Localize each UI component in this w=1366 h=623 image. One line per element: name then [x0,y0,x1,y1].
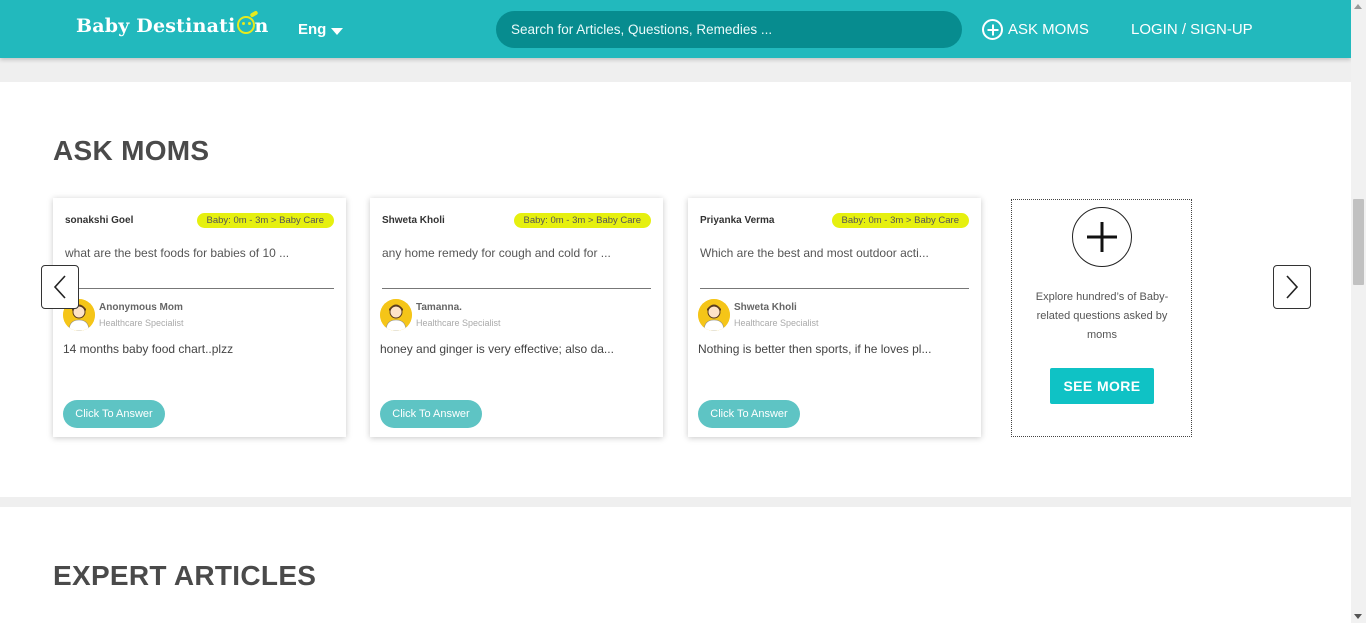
question-text[interactable]: Which are the best and most outdoor acti… [700,246,968,260]
logo-face-icon [236,16,255,34]
answerer-name: Anonymous Mom [99,302,183,313]
question-text[interactable]: what are the best foods for babies of 10… [65,246,333,260]
language-label: Eng [298,21,327,38]
search-input[interactable] [496,11,962,48]
click-to-answer-button[interactable]: Click To Answer [698,400,800,428]
divider [700,288,969,289]
answerer-role: Healthcare Specialist [416,318,501,328]
top-nav-bar: Baby Destinatin Eng ASK MOMS LOGIN / SIG… [0,0,1351,58]
divider [382,288,651,289]
brand-logo[interactable]: Baby Destinati n [76,15,269,37]
ask-moms-section: ASK MOMS sonakshi Goel Baby: 0m - 3m > B… [0,82,1351,497]
divider [65,288,334,289]
question-card[interactable]: Shweta Kholi Baby: 0m - 3m > Baby Care a… [370,198,663,437]
click-to-answer-button[interactable]: Click To Answer [63,400,165,428]
answerer-name: Tamanna. [416,302,462,313]
carousel-next-button[interactable] [1273,265,1311,309]
scroll-up-arrow-icon[interactable] [1354,4,1362,9]
ask-moms-nav-button[interactable]: ASK MOMS [982,19,1089,40]
login-signup-link[interactable]: LOGIN / SIGN-UP [1131,21,1253,38]
plus-circle-icon [982,19,1003,40]
answer-text: 14 months baby food chart..plzz [63,342,234,356]
ask-moms-title: ASK MOMS [53,135,210,166]
scroll-down-arrow-icon[interactable] [1354,614,1362,619]
question-author: sonakshi Goel [65,215,134,226]
carousel-prev-button[interactable] [41,265,79,309]
caret-down-icon [331,27,344,35]
page-scrollbar[interactable] [1351,0,1366,623]
expert-articles-title: EXPERT ARTICLES [53,560,317,591]
answer-text: honey and ginger is very effective; also… [380,342,614,356]
question-author: Priyanka Verma [700,215,775,226]
see-more-card: Explore hundred’s of Baby-related questi… [1011,199,1192,437]
scrollbar-thumb[interactable] [1353,199,1364,285]
question-card[interactable]: sonakshi Goel Baby: 0m - 3m > Baby Care … [53,198,346,437]
answerer-name: Shweta Kholi [734,302,797,313]
see-more-button[interactable]: SEE MORE [1050,368,1154,404]
category-badge[interactable]: Baby: 0m - 3m > Baby Care [513,213,651,228]
question-text[interactable]: any home remedy for cough and cold for .… [382,246,650,260]
question-card[interactable]: Priyanka Verma Baby: 0m - 3m > Baby Care… [688,198,981,437]
doctor-avatar-icon [698,299,730,331]
category-badge[interactable]: Baby: 0m - 3m > Baby Care [196,213,334,228]
chevron-left-icon [53,275,66,299]
answerer-role: Healthcare Specialist [99,318,184,328]
avatar [698,299,730,331]
avatar [380,299,412,331]
chevron-right-icon [1286,275,1299,299]
doctor-avatar-icon [380,299,412,331]
category-badge[interactable]: Baby: 0m - 3m > Baby Care [831,213,969,228]
click-to-answer-button[interactable]: Click To Answer [380,400,482,428]
question-author: Shweta Kholi [382,215,445,226]
language-selector[interactable]: Eng [298,21,344,38]
explore-text: Explore hundred’s of Baby-related questi… [1035,291,1169,341]
answer-text: Nothing is better then sports, if he lov… [698,342,932,356]
ask-moms-nav-label: ASK MOMS [1008,21,1089,38]
answerer-role: Healthcare Specialist [734,318,819,328]
plus-icon[interactable] [1072,207,1132,267]
expert-articles-section: EXPERT ARTICLES [0,507,1351,623]
